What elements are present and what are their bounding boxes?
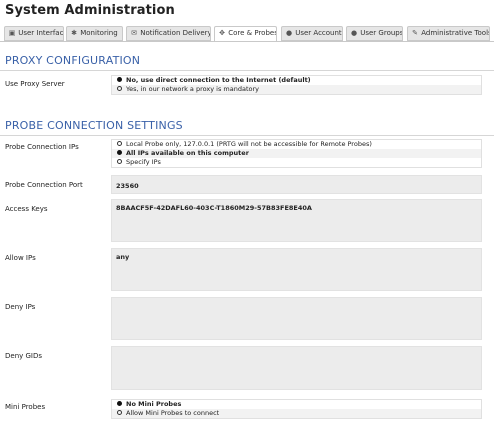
expand-icon: ✥ bbox=[219, 29, 225, 37]
user-icon: ● bbox=[285, 29, 293, 37]
mini-probes-option-allow[interactable]: Allow Mini Probes to connect bbox=[112, 409, 481, 418]
probe-port-label: Probe Connection Port bbox=[5, 181, 83, 189]
deny-gids-label: Deny GIDs bbox=[5, 352, 43, 360]
allow-ips-textarea[interactable]: any bbox=[111, 248, 482, 291]
allow-ips-label: Allow IPs bbox=[5, 254, 36, 262]
radio-selected-icon[interactable] bbox=[117, 150, 122, 155]
tab-label: Notification Delivery bbox=[140, 29, 211, 37]
probe-ips-radio-group: Local Probe only, 127.0.0.1 (PRTG will n… bbox=[111, 139, 482, 168]
wrench-icon: ✎ bbox=[412, 29, 418, 37]
use-proxy-radio-group: No, use direct connection to the Interne… bbox=[111, 75, 482, 95]
radio-selected-icon[interactable] bbox=[117, 77, 122, 82]
radio-unselected-icon[interactable] bbox=[117, 159, 122, 164]
users-icon: ● bbox=[350, 29, 358, 37]
probe-ips-label: Probe Connection IPs bbox=[5, 143, 79, 151]
probe-section-title: PROBE CONNECTION SETTINGS bbox=[5, 119, 183, 132]
radio-unselected-icon[interactable] bbox=[117, 410, 122, 415]
proxy-option-direct[interactable]: No, use direct connection to the Interne… bbox=[112, 76, 481, 85]
tab-divider bbox=[0, 41, 494, 42]
mini-probes-radio-group: No Mini Probes Allow Mini Probes to conn… bbox=[111, 399, 482, 419]
mini-probes-option-none[interactable]: No Mini Probes bbox=[112, 400, 481, 409]
access-keys-textarea[interactable]: 8BAACF5F-42DAFL60-403C-T1860M29-57B83FE8… bbox=[111, 199, 482, 242]
access-keys-label: Access Keys bbox=[5, 205, 48, 213]
tab-label: User Accounts bbox=[295, 29, 343, 37]
deny-gids-textarea[interactable] bbox=[111, 346, 482, 390]
tab-core-probes[interactable]: ✥ Core & Probes bbox=[214, 26, 277, 42]
proxy-option-mandatory[interactable]: Yes, in our network a proxy is mandatory bbox=[112, 85, 481, 94]
tab-monitoring[interactable]: ✱ Monitoring bbox=[66, 26, 123, 41]
probe-ip-option-all[interactable]: All IPs available on this computer bbox=[112, 149, 481, 158]
tab-user-groups[interactable]: ● User Groups bbox=[346, 26, 403, 41]
proxy-section-title: PROXY CONFIGURATION bbox=[5, 54, 141, 67]
tab-notification-delivery[interactable]: ✉ Notification Delivery bbox=[126, 26, 211, 41]
radio-unselected-icon[interactable] bbox=[117, 86, 122, 91]
tab-user-interface[interactable]: ▣ User Interface bbox=[4, 26, 64, 41]
use-proxy-label: Use Proxy Server bbox=[5, 80, 65, 88]
tab-label: User Interface bbox=[18, 29, 64, 37]
tab-label: Monitoring bbox=[80, 29, 118, 37]
probe-ip-option-local[interactable]: Local Probe only, 127.0.0.1 (PRTG will n… bbox=[112, 140, 481, 149]
monitor-icon: ▣ bbox=[8, 29, 16, 37]
tab-label: Administrative Tools bbox=[421, 29, 490, 37]
probe-ip-option-specify[interactable]: Specify IPs bbox=[112, 158, 481, 167]
tab-user-accounts[interactable]: ● User Accounts bbox=[281, 26, 343, 41]
deny-ips-textarea[interactable] bbox=[111, 297, 482, 340]
probe-port-input[interactable]: 23560 bbox=[111, 175, 482, 194]
section-divider bbox=[0, 70, 494, 71]
envelope-icon: ✉ bbox=[131, 29, 137, 37]
tab-label: Core & Probes bbox=[228, 29, 277, 37]
tab-label: User Groups bbox=[360, 29, 403, 37]
page-header: System Administration bbox=[0, 0, 494, 26]
gear-icon: ✱ bbox=[71, 29, 77, 37]
section-divider bbox=[0, 135, 494, 136]
tab-administrative-tools[interactable]: ✎ Administrative Tools bbox=[407, 26, 490, 41]
mini-probes-label: Mini Probes bbox=[5, 403, 46, 411]
radio-unselected-icon[interactable] bbox=[117, 141, 122, 146]
page-title: System Administration bbox=[5, 3, 175, 18]
tab-bar: ▣ User Interface ✱ Monitoring ✉ Notifica… bbox=[0, 26, 494, 42]
deny-ips-label: Deny IPs bbox=[5, 303, 36, 311]
radio-selected-icon[interactable] bbox=[117, 401, 122, 406]
